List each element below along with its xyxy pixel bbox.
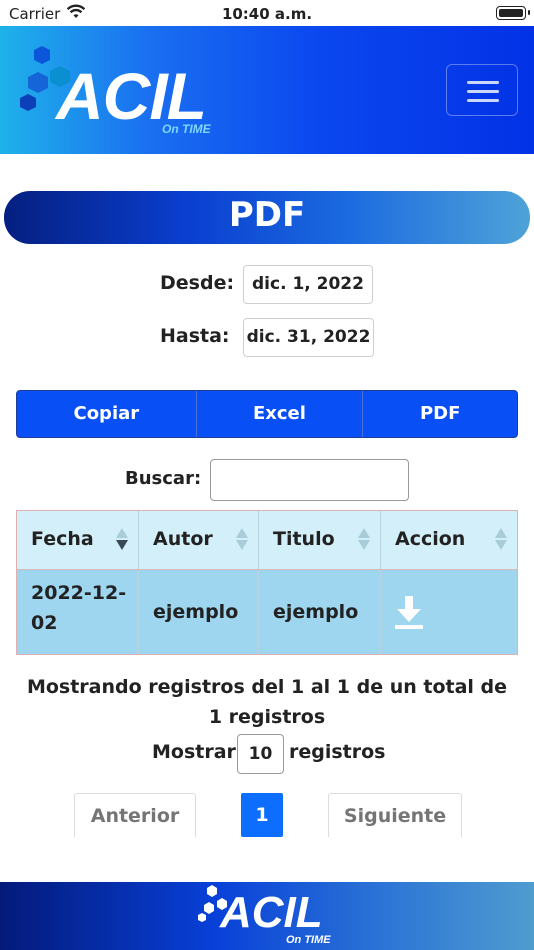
- logo-tagline: On TIME: [162, 122, 211, 136]
- table-info-text: Mostrando registros del 1 al 1 de un tot…: [26, 676, 508, 728]
- records-table: Fecha Autor Titulo Accion 2022-12-02 eje…: [16, 510, 518, 655]
- menu-line-icon: [467, 90, 499, 93]
- column-header-accion[interactable]: Accion: [381, 511, 517, 569]
- page-length-select[interactable]: 10: [237, 734, 284, 774]
- acil-logo[interactable]: ACIL On TIME: [18, 44, 248, 144]
- to-date-picker[interactable]: dic. 31, 2022: [243, 318, 374, 357]
- from-date-picker[interactable]: dic. 1, 2022: [243, 265, 373, 304]
- table-header-row: Fecha Autor Titulo Accion: [17, 511, 517, 569]
- download-icon[interactable]: [395, 594, 423, 630]
- battery-icon: [496, 6, 530, 20]
- column-header-titulo[interactable]: Titulo: [259, 511, 381, 569]
- pdf-button[interactable]: PDF: [363, 391, 517, 437]
- menu-line-icon: [467, 81, 499, 84]
- excel-button[interactable]: Excel: [197, 391, 364, 437]
- status-bar: Carrier 10:40 a.m.: [0, 0, 534, 26]
- length-label-before: Mostrar: [152, 741, 236, 763]
- hamburger-menu-button[interactable]: [446, 64, 518, 116]
- search-label: Buscar:: [125, 468, 202, 489]
- table-row: 2022-12-02 ejemplo ejemplo: [17, 569, 517, 654]
- page-1-button[interactable]: 1: [241, 793, 283, 837]
- column-header-label: Accion: [395, 528, 466, 550]
- footer-logo-tagline: On TIME: [286, 934, 331, 946]
- column-header-label: Autor: [153, 528, 213, 550]
- menu-line-icon: [467, 99, 499, 102]
- column-header-fecha[interactable]: Fecha: [17, 511, 139, 569]
- footer-logo: ACIL On TIME: [196, 882, 346, 950]
- cell-accion: [381, 570, 517, 654]
- app-header: ACIL On TIME: [0, 26, 534, 154]
- to-label: Hasta:: [160, 325, 230, 347]
- page-title: PDF: [228, 195, 306, 235]
- export-button-group: Copiar Excel PDF: [16, 390, 518, 438]
- clock: 10:40 a.m.: [221, 5, 313, 23]
- footer-logo-wordmark: ACIL: [220, 888, 323, 937]
- cell-fecha: 2022-12-02: [17, 570, 139, 654]
- length-label-after: registros: [289, 741, 386, 763]
- column-header-label: Titulo: [273, 528, 335, 550]
- page-length-menu: Mostrar 10 registros: [0, 734, 534, 774]
- sort-icon: [358, 528, 370, 552]
- column-header-autor[interactable]: Autor: [139, 511, 259, 569]
- cell-autor: ejemplo: [139, 570, 259, 654]
- next-page-button[interactable]: Siguiente: [328, 793, 462, 837]
- app-footer: ACIL On TIME: [0, 882, 534, 950]
- from-label: Desde:: [160, 272, 235, 294]
- copy-button[interactable]: Copiar: [17, 391, 197, 437]
- sort-icon: [236, 528, 248, 552]
- previous-page-button[interactable]: Anterior: [74, 793, 196, 837]
- column-header-label: Fecha: [31, 528, 94, 550]
- search-input[interactable]: [210, 459, 409, 501]
- page-title-banner: PDF: [4, 191, 530, 244]
- cell-titulo: ejemplo: [259, 570, 381, 654]
- sort-icon: [495, 528, 507, 552]
- sort-desc-icon: [116, 528, 128, 552]
